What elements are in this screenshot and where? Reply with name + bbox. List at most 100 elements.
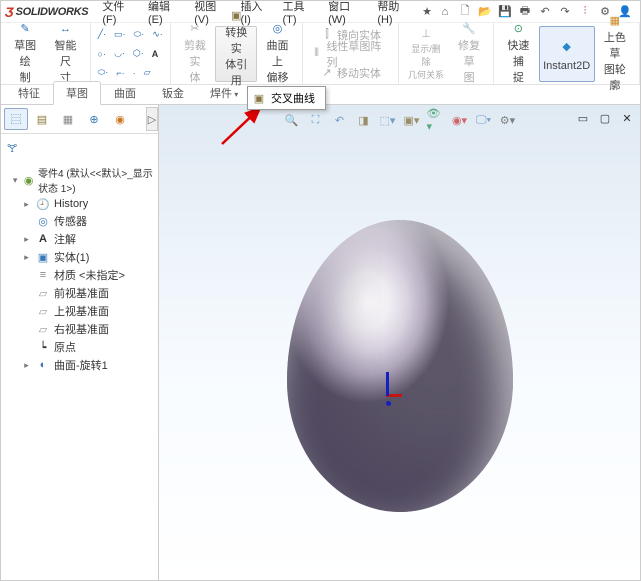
home-icon[interactable]: ⌂ (438, 5, 452, 19)
dimxpert-tab-icon[interactable]: ⊕ (82, 108, 106, 130)
redo-icon[interactable]: ↷ (558, 5, 572, 19)
repair-icon: 🔧 (458, 22, 480, 35)
convert-entities-button[interactable]: ▣ 转换实 体引用 ▾ (215, 26, 257, 82)
sketch-button[interactable]: ✎ 草图绘 制 (5, 26, 45, 82)
feature-tree-tab-icon[interactable]: ⿳ (4, 108, 28, 130)
zoom-area-icon[interactable]: ⛶ (307, 111, 325, 129)
offset-icon: ◎ (267, 22, 289, 35)
view-settings-icon[interactable]: ⚙▾ (499, 111, 517, 129)
tree-right-plane[interactable]: ▱ 右视基准面 (1, 320, 158, 338)
instant2d-button[interactable]: ◆ Instant2D (539, 26, 595, 82)
edit-appearance-icon[interactable]: ◉▾ (451, 111, 469, 129)
intersect-curve-label: 交叉曲线 (271, 90, 315, 106)
minimize-icon[interactable]: ▭ (574, 109, 592, 127)
property-manager-tab-icon[interactable]: ▤ (30, 108, 54, 130)
print-icon[interactable]: 🖶 (518, 5, 532, 19)
part-icon: ◉ (23, 173, 34, 187)
expand-icon[interactable]: ▸ (21, 234, 32, 245)
tree-annotations[interactable]: ▸ A 注解 (1, 230, 158, 248)
maximize-icon[interactable]: ▢ (596, 109, 614, 127)
circle-tool-icon[interactable]: ○· (95, 45, 109, 63)
tree-origin[interactable]: ┕ 原点 (1, 338, 158, 356)
open-icon[interactable]: 📂 (478, 5, 492, 19)
expand-icon[interactable]: ▸ (21, 199, 32, 210)
plane-tool-icon[interactable]: ▱ (141, 64, 154, 82)
tree-material[interactable]: ≡ 材质 <未指定> (1, 266, 158, 284)
tree-sensors[interactable]: ◎ 传感器 (1, 212, 158, 230)
polygon-tool-icon[interactable]: ⬡· (130, 45, 147, 63)
main-area: ⿳ ▤ ▦ ⊕ ◉ ▷ 🝖 ▾ ◉ 零件4 (默认<<默认>_显示状态 1>) … (1, 105, 640, 580)
dimension-icon: ↔ (54, 23, 76, 35)
shaded-sketch-button[interactable]: ▦ 上色草 图轮廓 (595, 26, 635, 82)
display-relations-button: ⊥ 显示/删除 几何关系 (403, 26, 449, 82)
sketch-icon: ✎ (14, 22, 36, 35)
feature-manager-tabs: ⿳ ▤ ▦ ⊕ ◉ (1, 105, 158, 134)
shaded-icon: ▦ (604, 14, 626, 27)
arc-tool-icon[interactable]: ◡· (111, 45, 128, 63)
smart-dimension-button[interactable]: ↔ 智能尺 寸 (45, 26, 85, 82)
search-icon[interactable]: ★ (420, 5, 434, 19)
graphics-viewport[interactable]: 🔍 ⛶ ↶ ◨ ⬚▾ ▣▾ 👁▾ ◉▾ 🖵▾ ⚙▾ ▭ ▢ ✕ (159, 105, 640, 580)
zoom-fit-icon[interactable]: 🔍 (283, 111, 301, 129)
sensors-icon: ◎ (36, 214, 50, 228)
snap-icon: ⊙ (507, 22, 529, 35)
pattern-icon: ⦀ (310, 47, 324, 61)
expand-icon[interactable]: ▸ (21, 360, 32, 371)
material-icon: ≡ (36, 268, 50, 282)
hide-show-icon[interactable]: 👁▾ (427, 111, 445, 129)
solid-bodies-icon: ▣ (36, 250, 50, 264)
history-icon: 🕘 (36, 197, 50, 211)
model-display (287, 220, 513, 512)
new-icon[interactable]: 🗋 (458, 5, 472, 19)
egg-surface-model[interactable] (287, 220, 513, 512)
close-icon[interactable]: ✕ (618, 109, 636, 127)
traffic-light-icon[interactable]: ⫶ (578, 5, 592, 19)
instant2d-icon: ◆ (556, 36, 578, 58)
app-logo: Ӡ SOLIDWORKS (5, 4, 88, 20)
panel-collapse-icon[interactable]: ▷ (146, 107, 158, 131)
configuration-manager-tab-icon[interactable]: ▦ (56, 108, 80, 130)
display-style-icon[interactable]: ▣▾ (403, 111, 421, 129)
menubar: Ӡ SOLIDWORKS 文件(F) 编辑(E) 视图(V) 插入(I) 工具(… (1, 1, 640, 23)
apply-scene-icon[interactable]: 🖵▾ (475, 111, 493, 129)
revolve-icon: ◐ (36, 358, 50, 372)
viewport-window-controls: ▭ ▢ ✕ (574, 109, 636, 127)
feature-tree: ▾ ◉ 零件4 (默认<<默认>_显示状态 1>) ▸ 🕘 History ◎ … (1, 162, 158, 580)
tree-front-plane[interactable]: ▱ 前视基准面 (1, 284, 158, 302)
tab-surface[interactable]: 曲面 (101, 81, 149, 104)
convert-entities-dropdown[interactable]: ▣ 交叉曲线 (247, 86, 326, 110)
slot-tool-icon[interactable]: ⬭· (131, 26, 148, 44)
view-orientation-icon[interactable]: ⬚▾ (379, 111, 397, 129)
point-tool-icon[interactable]: · (130, 64, 139, 82)
undo-icon[interactable]: ↶ (538, 5, 552, 19)
tree-surface-revolve[interactable]: ▸ ◐ 曲面-旋转1 (1, 356, 158, 374)
display-manager-tab-icon[interactable]: ◉ (108, 108, 132, 130)
tree-solid-bodies[interactable]: ▸ ▣ 实体(1) (1, 248, 158, 266)
ellipse-tool-icon[interactable]: ⬭· (95, 64, 112, 82)
section-view-icon[interactable]: ◨ (355, 111, 373, 129)
previous-view-icon[interactable]: ↶ (331, 111, 349, 129)
plane-icon: ▱ (36, 322, 50, 336)
tree-top-plane[interactable]: ▱ 上视基准面 (1, 302, 158, 320)
origin-icon: ┕ (36, 340, 50, 354)
collapse-icon[interactable]: ▾ (11, 175, 19, 186)
tree-root[interactable]: ▾ ◉ 零件4 (默认<<默认>_显示状态 1>) (1, 164, 158, 196)
origin-marker-icon (386, 401, 391, 406)
line-tool-icon[interactable]: ╱· (95, 26, 109, 44)
expand-icon[interactable]: ▸ (21, 252, 32, 263)
tab-sketch[interactable]: 草图 (53, 81, 101, 105)
tree-history[interactable]: ▸ 🕘 History (1, 196, 158, 212)
rect-tool-icon[interactable]: ▭· (111, 26, 129, 44)
heads-up-view-toolbar: 🔍 ⛶ ↶ ◨ ⬚▾ ▣▾ 👁▾ ◉▾ 🖵▾ ⚙▾ (277, 109, 523, 131)
chevron-down-icon[interactable]: ▾ (234, 90, 238, 99)
text-tool-icon[interactable]: A (149, 45, 162, 63)
save-icon[interactable]: 💾 (498, 5, 512, 19)
spline-tool-icon[interactable]: ∿· (149, 26, 166, 44)
offset-on-surface-button[interactable]: ◎ 曲面上 偏移 (257, 26, 297, 82)
fillet-tool-icon[interactable]: ⌐· (113, 64, 127, 82)
annotation-arrow (218, 104, 268, 151)
quick-snap-button[interactable]: ⊙ 快速捕 捉 (498, 26, 538, 82)
filter-icon[interactable]: 🝖 (1, 134, 158, 162)
linear-pattern-button: ⦀线性草图阵列 (307, 45, 395, 63)
relations-icon: ⊥ (415, 27, 437, 40)
